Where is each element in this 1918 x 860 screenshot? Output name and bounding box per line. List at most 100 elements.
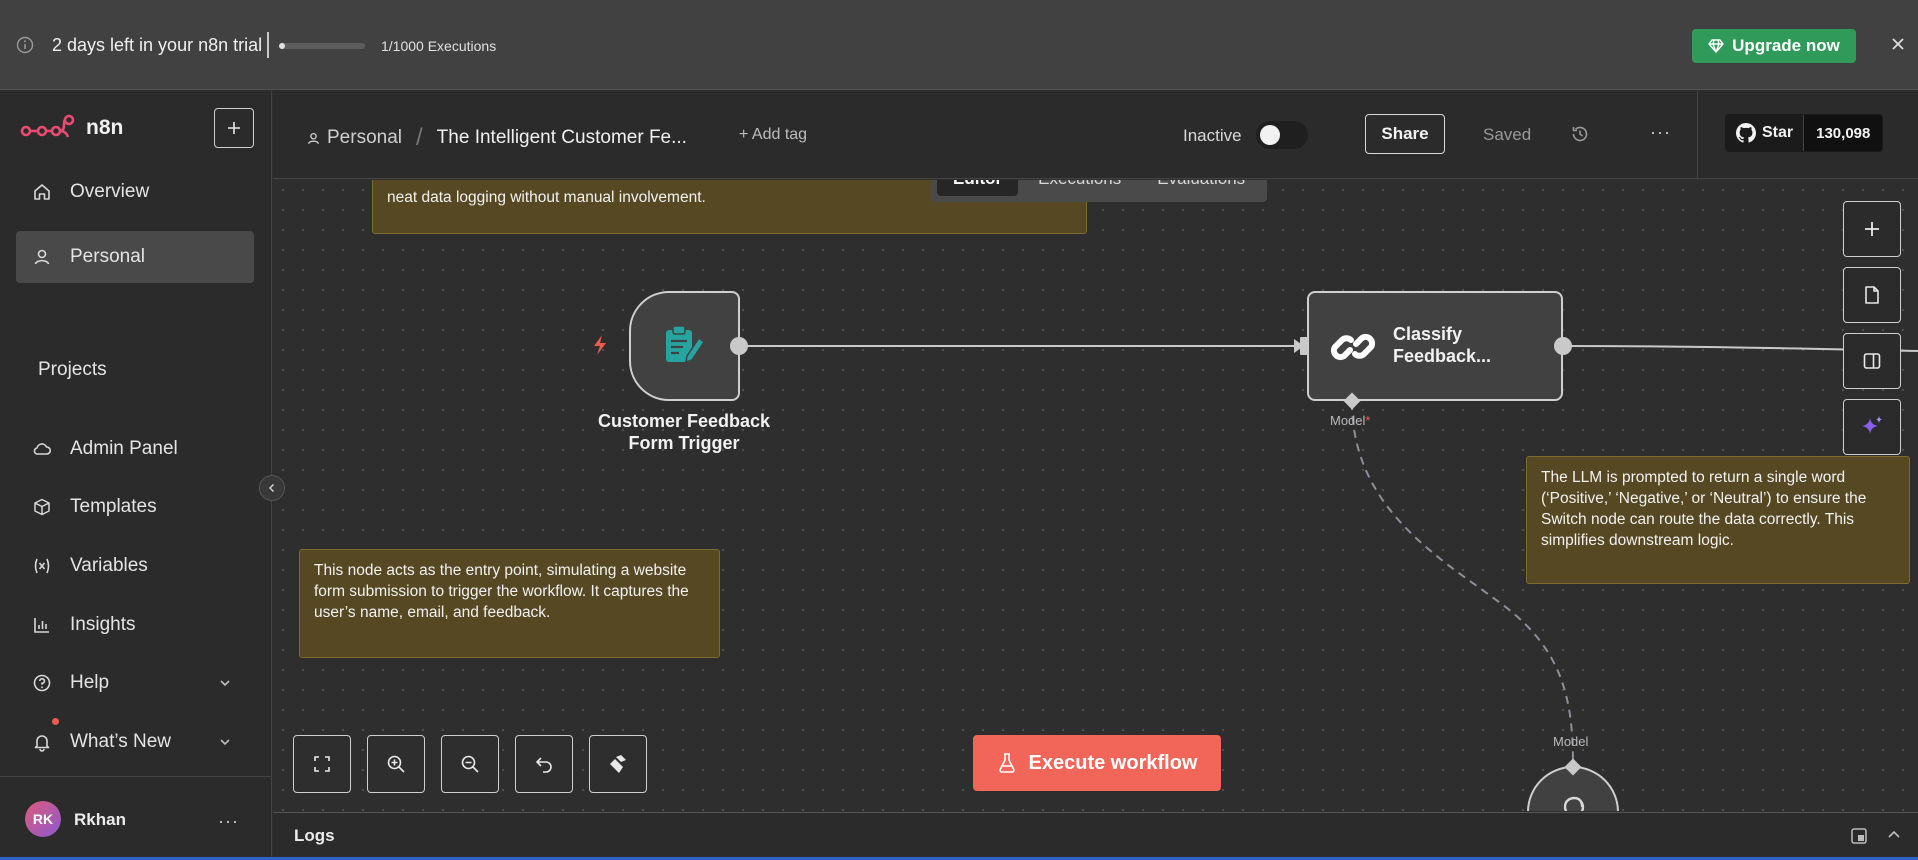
classify-output-handle[interactable]	[1554, 337, 1572, 355]
view-tabs: Editor Executions Evaluations	[931, 180, 1268, 202]
header-divider	[1697, 91, 1698, 179]
canvas-bottom-toolbar	[293, 735, 647, 793]
logs-panel-bar[interactable]: Logs	[273, 812, 1918, 857]
upgrade-now-button[interactable]: Upgrade now	[1692, 29, 1856, 63]
flask-icon	[998, 753, 1015, 773]
canvas-right-toolbar	[1843, 201, 1901, 455]
tab-evaluations[interactable]: Evaluations	[1141, 180, 1261, 196]
share-button[interactable]: Share	[1365, 114, 1445, 154]
form-icon	[666, 325, 706, 364]
user-icon	[307, 132, 320, 144]
chart-icon	[34, 618, 49, 633]
activate-toggle[interactable]	[1256, 121, 1308, 149]
trigger-output-handle[interactable]	[730, 337, 748, 355]
sidebar-item-templates[interactable]: Templates	[16, 481, 254, 533]
executions-progress-fill	[279, 43, 285, 49]
link-icon	[1330, 333, 1376, 361]
executions-progress-bar	[279, 43, 365, 49]
undo-button[interactable]	[515, 735, 573, 793]
execute-workflow-label: Execute workflow	[1028, 751, 1198, 774]
plus-icon	[228, 122, 240, 134]
execute-workflow-button[interactable]: Execute workflow	[973, 735, 1221, 791]
chevron-up-icon[interactable]	[1886, 827, 1902, 843]
zoom-out-icon	[461, 755, 479, 773]
node-customer-feedback-form-trigger[interactable]	[629, 291, 740, 401]
ai-assistant-button[interactable]	[1843, 399, 1901, 455]
close-icon[interactable]	[1888, 34, 1908, 54]
add-node-button[interactable]	[1843, 201, 1901, 257]
logs-label: Logs	[294, 826, 335, 845]
ai-sparkle-icon	[1862, 416, 1882, 434]
sidebar-item-label: Admin Panel	[70, 438, 178, 459]
classify-input-handle[interactable]	[1300, 337, 1308, 355]
sidebar-item-label: Insights	[70, 614, 136, 635]
add-tag-button[interactable]: + Add tag	[739, 126, 807, 144]
fit-view-icon	[314, 756, 330, 772]
workflow-title[interactable]: The Intelligent Customer Fe...	[437, 127, 687, 149]
clear-execution-button[interactable]	[589, 735, 647, 793]
user-more-icon[interactable]: ···	[218, 811, 239, 832]
variable-icon	[34, 558, 50, 574]
sidebar-item-admin-panel[interactable]: Admin Panel	[16, 423, 254, 475]
panel-icon	[1863, 353, 1881, 369]
sidebar-item-overview[interactable]: Overview	[16, 166, 254, 218]
sidebar-item-insights[interactable]: Insights	[16, 599, 254, 651]
sidebar: n8n Overview Personal Projects Admin Pan…	[0, 91, 272, 860]
trial-banner: 2 days left in your n8n trial 1/1000 Exe…	[0, 0, 1918, 90]
chevron-left-icon	[268, 483, 275, 493]
tab-executions[interactable]: Executions	[1022, 180, 1137, 196]
home-icon	[34, 184, 50, 200]
required-marker: *	[1365, 413, 1371, 428]
create-new-button[interactable]	[214, 108, 254, 148]
sticky-note-llm[interactable]: The LLM is prompted to return a single w…	[1526, 456, 1910, 584]
zoom-out-button[interactable]	[441, 735, 499, 793]
projects-heading: Projects	[38, 359, 107, 380]
model-port-label: Model*	[1330, 413, 1370, 428]
banner-divider	[267, 32, 269, 58]
trigger-node-label-line: Customer Feedback	[597, 411, 771, 431]
clear-icon	[610, 755, 626, 773]
breadcrumb-project[interactable]: Personal	[306, 127, 402, 149]
zoom-in-button[interactable]	[367, 735, 425, 793]
diamond-icon	[1708, 39, 1724, 53]
sidebar-item-label: What’s New	[70, 731, 172, 752]
sidebar-item-whats-new[interactable]: What’s New	[16, 716, 254, 768]
sticky-note-trigger[interactable]: This node acts as the entry point, simul…	[299, 549, 720, 658]
add-sticky-note-button[interactable]	[1843, 267, 1901, 323]
trial-text: 2 days left in your n8n trial	[52, 35, 263, 55]
info-icon	[16, 36, 34, 54]
user-menu[interactable]: RK Rkhan ···	[0, 776, 272, 860]
user-icon	[34, 249, 50, 265]
breadcrumb-separator: /	[416, 124, 423, 151]
node-classify-feedback[interactable]: Classify Feedback...	[1307, 291, 1563, 401]
cloud-icon	[33, 443, 52, 455]
popout-icon[interactable]	[1850, 827, 1868, 845]
collapse-sidebar-button[interactable]	[259, 475, 285, 501]
github-icon	[1736, 123, 1756, 143]
box-icon	[34, 498, 50, 516]
avatar[interactable]: RK	[25, 801, 61, 837]
sidebar-item-personal[interactable]: Personal	[16, 231, 254, 283]
workflow-canvas[interactable]: neat data logging without manual involve…	[273, 180, 1918, 811]
more-options-icon[interactable]: ···	[1650, 122, 1671, 143]
fit-view-button[interactable]	[293, 735, 351, 793]
sticky-note-text: This node acts as the entry point, simul…	[314, 562, 689, 621]
toggle-panel-button[interactable]	[1843, 333, 1901, 389]
breadcrumb-project-label: Personal	[327, 127, 402, 148]
executions-count: 1/1000 Executions	[381, 38, 497, 54]
github-star-widget[interactable]: Star 130,098	[1725, 114, 1884, 152]
openai-icon	[1563, 796, 1585, 811]
tab-editor[interactable]: Editor	[937, 180, 1019, 196]
github-star-count: 130,098	[1804, 115, 1883, 151]
sidebar-item-help[interactable]: Help	[16, 657, 254, 709]
n8n-logo[interactable]: n8n	[20, 113, 123, 143]
breadcrumb: Personal / The Intelligent Customer Fe..…	[306, 124, 687, 152]
sidebar-item-variables[interactable]: Variables	[16, 540, 254, 592]
sticky-note-text: The LLM is prompted to return a single w…	[1541, 469, 1867, 549]
sidebar-item-label: Help	[70, 672, 110, 693]
github-star-button[interactable]: Star	[1726, 115, 1805, 151]
history-icon[interactable]	[1570, 124, 1590, 144]
trigger-node-label: Customer Feedback Form Trigger	[573, 410, 795, 454]
logo-text: n8n	[86, 116, 124, 139]
trigger-node-label-line: Form Trigger	[628, 433, 740, 453]
